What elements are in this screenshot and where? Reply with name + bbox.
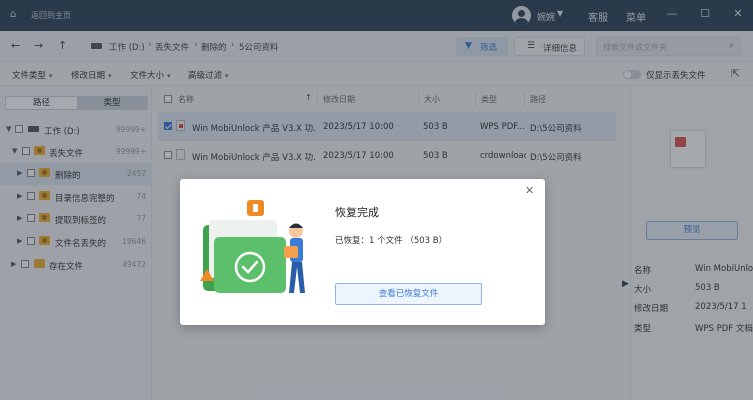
recovery-folder-illustration — [200, 200, 305, 293]
close-icon[interactable]: ✕ — [525, 184, 534, 197]
dialog-title: 恢复完成 — [335, 206, 379, 219]
view-recovered-files-button[interactable]: 查看已恢复文件 — [335, 283, 482, 305]
dialog-message: 已恢复：1 个文件 （503 B） — [335, 236, 448, 246]
